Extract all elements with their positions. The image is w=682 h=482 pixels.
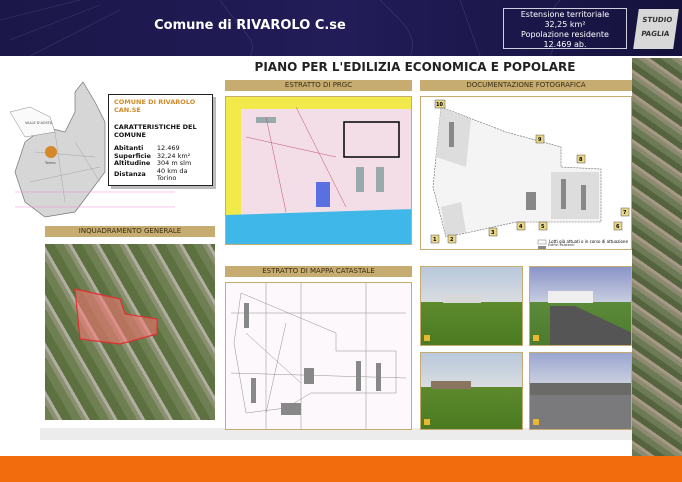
photo-marker: 6 bbox=[613, 221, 623, 231]
svg-text:5: 5 bbox=[541, 224, 545, 230]
aerial-strip-image bbox=[632, 58, 682, 456]
svg-text:10: 10 bbox=[436, 102, 443, 108]
municipality-characteristics-box: COMUNE DI RIVAROLO CAN.SE CARATTERISTICH… bbox=[108, 94, 213, 186]
city-label: Torino bbox=[44, 161, 55, 165]
municipality-name: COMUNE DI RIVAROLO CAN.SE bbox=[114, 98, 196, 114]
site-photo-2 bbox=[529, 266, 632, 346]
info-population-value: 12.469 ab. bbox=[543, 40, 587, 49]
svg-text:4: 4 bbox=[519, 224, 523, 230]
info-area-label: Estensione territoriale bbox=[520, 10, 610, 19]
site-photo-1 bbox=[420, 266, 523, 346]
svg-text:7: 7 bbox=[623, 210, 627, 216]
section-header-prgc: ESTRATTO DI PRGC bbox=[225, 80, 412, 91]
row-key: Distanza bbox=[114, 170, 146, 179]
header-banner: Comune di RIVAROLO C.se Estensione terri… bbox=[0, 0, 682, 56]
project-area-highlight bbox=[74, 288, 158, 345]
photo-marker: 2 bbox=[447, 234, 457, 244]
svg-text:3: 3 bbox=[491, 230, 495, 236]
svg-text:1: 1 bbox=[433, 237, 437, 243]
page-title: PIANO PER L'EDILIZIA ECONOMICA E POPOLAR… bbox=[254, 60, 576, 74]
photo-marker: 10 bbox=[434, 99, 446, 109]
cadastral-map-image bbox=[225, 282, 412, 430]
header-title: Comune di RIVAROLO C.se bbox=[154, 18, 346, 33]
photo-marker: 1 bbox=[430, 234, 440, 244]
photo-marker: 3 bbox=[488, 227, 498, 237]
svg-text:2: 2 bbox=[450, 237, 454, 243]
site-photo-4 bbox=[529, 352, 632, 430]
photo-marker: 7 bbox=[620, 207, 630, 217]
row-value: 40 km da Torino bbox=[156, 166, 188, 182]
section-header-foto: DOCUMENTAZIONE FOTOGRAFICA bbox=[420, 80, 632, 91]
characteristics-table: Abitanti 12.469 Superficie 32,24 km² Altit… bbox=[114, 144, 207, 183]
studio-logo: STUDIO PAGLIA bbox=[633, 9, 679, 49]
svg-text:6: 6 bbox=[616, 224, 620, 230]
aerial-photo bbox=[45, 244, 215, 420]
row-key: Altitudine bbox=[114, 159, 151, 167]
photo-marker: 9 bbox=[535, 134, 545, 144]
region-label: VALLE D'AOSTA bbox=[25, 121, 53, 125]
svg-text:8: 8 bbox=[579, 157, 583, 163]
section-header-inquadramento: INQUADRAMENTO GENERALE bbox=[45, 226, 215, 237]
photo-locations-plan: 1 2 3 4 5 6 7 8 9 10 Lotti già attuati o… bbox=[420, 96, 632, 250]
footer-bar bbox=[0, 456, 682, 482]
info-population-label: Popolazione residente bbox=[521, 30, 609, 39]
photo-marker: 5 bbox=[538, 221, 548, 231]
section-header-catastale: ESTRATTO DI MAPPA CATASTALE bbox=[225, 266, 412, 277]
characteristics-heading: CARATTERISTICHE DEL COMUNE bbox=[114, 123, 197, 139]
legend-item: Edifici esistenti bbox=[548, 243, 575, 247]
prgc-map-image bbox=[225, 96, 412, 245]
svg-text:9: 9 bbox=[538, 137, 542, 143]
table-row: Distanza 40 km da Torino bbox=[114, 166, 207, 183]
municipality-info-box: Estensione territoriale 32,25 km² Popola… bbox=[503, 8, 627, 49]
info-area-value: 32,25 km² bbox=[544, 20, 586, 29]
photo-marker: 4 bbox=[516, 221, 526, 231]
site-photo-3 bbox=[420, 352, 523, 430]
photo-marker: 8 bbox=[576, 154, 586, 164]
